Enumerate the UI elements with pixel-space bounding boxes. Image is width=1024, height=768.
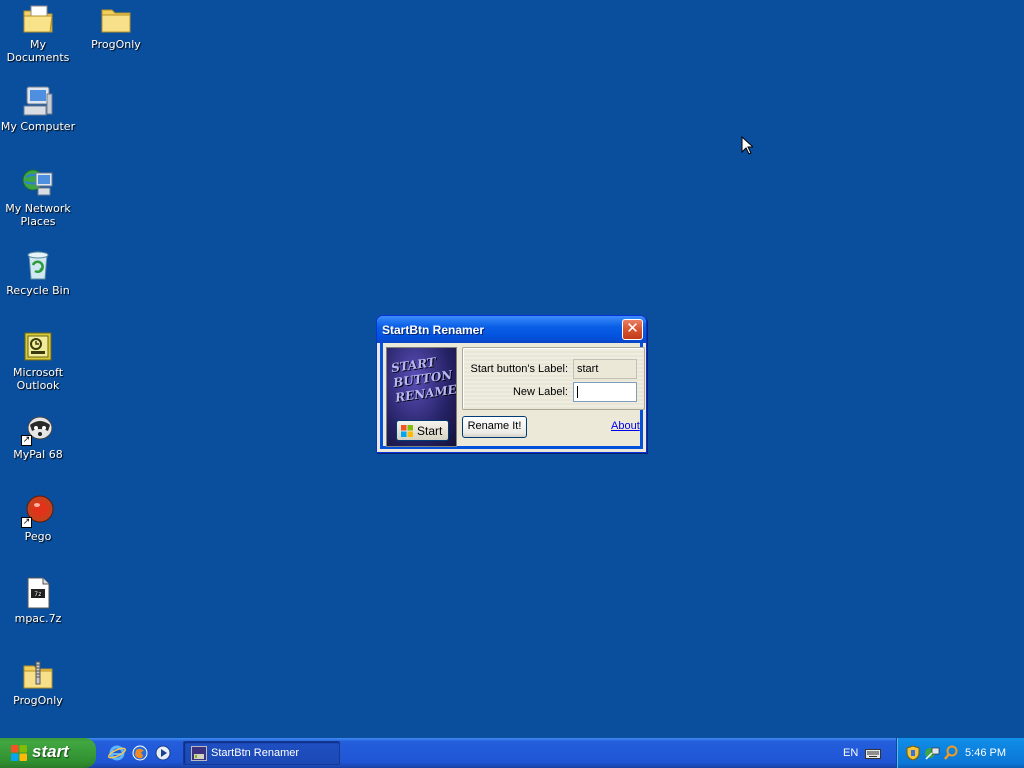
folder-icon — [99, 2, 133, 36]
desktop-icon-recycle-bin[interactable]: Recycle Bin — [0, 248, 76, 297]
desktop-icon-mypal-68[interactable]: ↗ MyPal 68 — [0, 412, 76, 461]
desktop-icon-my-computer[interactable]: My Computer — [0, 84, 76, 133]
dialog-body: START BUTTON RENAMER Start Start button'… — [380, 343, 645, 449]
rename-it-button[interactable]: Rename It! — [462, 416, 527, 438]
current-label-caption: Start button's Label: — [470, 363, 569, 375]
keyboard-icon[interactable] — [865, 748, 881, 760]
window-titlebar[interactable]: StartBtn Renamer ✕ — [377, 316, 646, 343]
my-documents-icon — [21, 2, 55, 36]
shortcut-arrow-icon: ↗ — [21, 517, 32, 528]
network-icon[interactable] — [924, 745, 940, 761]
desktop-icon-label: Recycle Bin — [6, 284, 70, 297]
taskbar-button-label: StartBtn Renamer — [211, 747, 300, 759]
desktop-icon-label: ProgOnly — [91, 38, 141, 51]
logo-text: START BUTTON RENAMER — [390, 351, 456, 406]
security-shield-icon[interactable] — [905, 745, 921, 761]
new-label-caption: New Label: — [512, 386, 568, 398]
desktop-icon-mpac-7z[interactable]: 7z mpac.7z — [0, 576, 76, 625]
logo-start-button-preview: Start — [396, 420, 449, 441]
about-link[interactable]: About — [611, 420, 640, 432]
logo-start-label: Start — [417, 424, 443, 438]
startbtn-renamer-app-icon — [191, 746, 207, 761]
clock[interactable]: 5:46 PM — [965, 747, 1006, 759]
close-button[interactable]: ✕ — [622, 319, 643, 340]
search-icon[interactable] — [943, 745, 959, 761]
outlook-icon — [21, 330, 55, 364]
taskbar: start StartBtn Renamer EN 5:46 PM — [0, 738, 1024, 768]
desktop-icon-label: Microsoft Outlook — [12, 366, 64, 392]
desktop-icon-label: My Documents — [6, 38, 70, 64]
desktop-icon-progonly-zip[interactable]: ProgOnly — [0, 658, 76, 707]
internet-explorer-icon[interactable] — [108, 744, 126, 762]
shortcut-arrow-icon: ↗ — [21, 435, 32, 446]
pego-icon: ↗ — [21, 494, 55, 528]
fields-panel: Start button's Label: start New Label: — [462, 347, 645, 410]
recycle-bin-icon — [21, 248, 55, 282]
zip-folder-icon — [21, 658, 55, 692]
start-label: start — [32, 742, 69, 761]
mouse-cursor-icon — [741, 136, 753, 155]
windows-flag-icon — [401, 425, 413, 437]
desktop-icon-progonly-folder[interactable]: ProgOnly — [78, 2, 154, 51]
mypal-icon: ↗ — [21, 412, 55, 446]
desktop-icon-my-documents[interactable]: My Documents — [0, 2, 76, 64]
system-tray: 5:46 PM — [896, 738, 1024, 768]
desktop-icon-label: My Network Places — [5, 202, 71, 228]
window-title: StartBtn Renamer — [382, 323, 485, 337]
desktop-icon-my-network-places[interactable]: My Network Places — [0, 166, 76, 228]
archive-file-icon: 7z — [21, 576, 55, 610]
firefox-icon[interactable] — [131, 744, 149, 762]
current-label-field: start — [573, 359, 637, 379]
desktop-icon-label: ProgOnly — [13, 694, 63, 707]
language-indicator[interactable]: EN — [843, 747, 858, 759]
svg-text:7z: 7z — [34, 591, 42, 598]
my-computer-icon — [21, 84, 55, 118]
desktop-icon-label: My Computer — [0, 120, 76, 133]
desktop-icon-label: mpac.7z — [14, 612, 62, 625]
start-button[interactable]: start — [0, 738, 96, 768]
media-player-icon[interactable] — [154, 744, 172, 762]
desktop-icon-microsoft-outlook[interactable]: Microsoft Outlook — [0, 330, 76, 392]
startbtn-renamer-window: StartBtn Renamer ✕ START BUTTON RENAMER … — [376, 315, 647, 453]
windows-flag-icon — [11, 745, 27, 761]
text-caret — [577, 386, 578, 398]
desktop-icon-pego[interactable]: ↗ Pego — [0, 494, 76, 543]
desktop-icon-label: MyPal 68 — [13, 448, 63, 461]
network-places-icon — [21, 166, 55, 200]
taskbar-button-startbtn-renamer[interactable]: StartBtn Renamer — [183, 741, 340, 765]
new-label-input[interactable] — [573, 382, 637, 402]
desktop-icon-label: Pego — [24, 530, 52, 543]
logo-panel: START BUTTON RENAMER Start — [386, 347, 457, 447]
